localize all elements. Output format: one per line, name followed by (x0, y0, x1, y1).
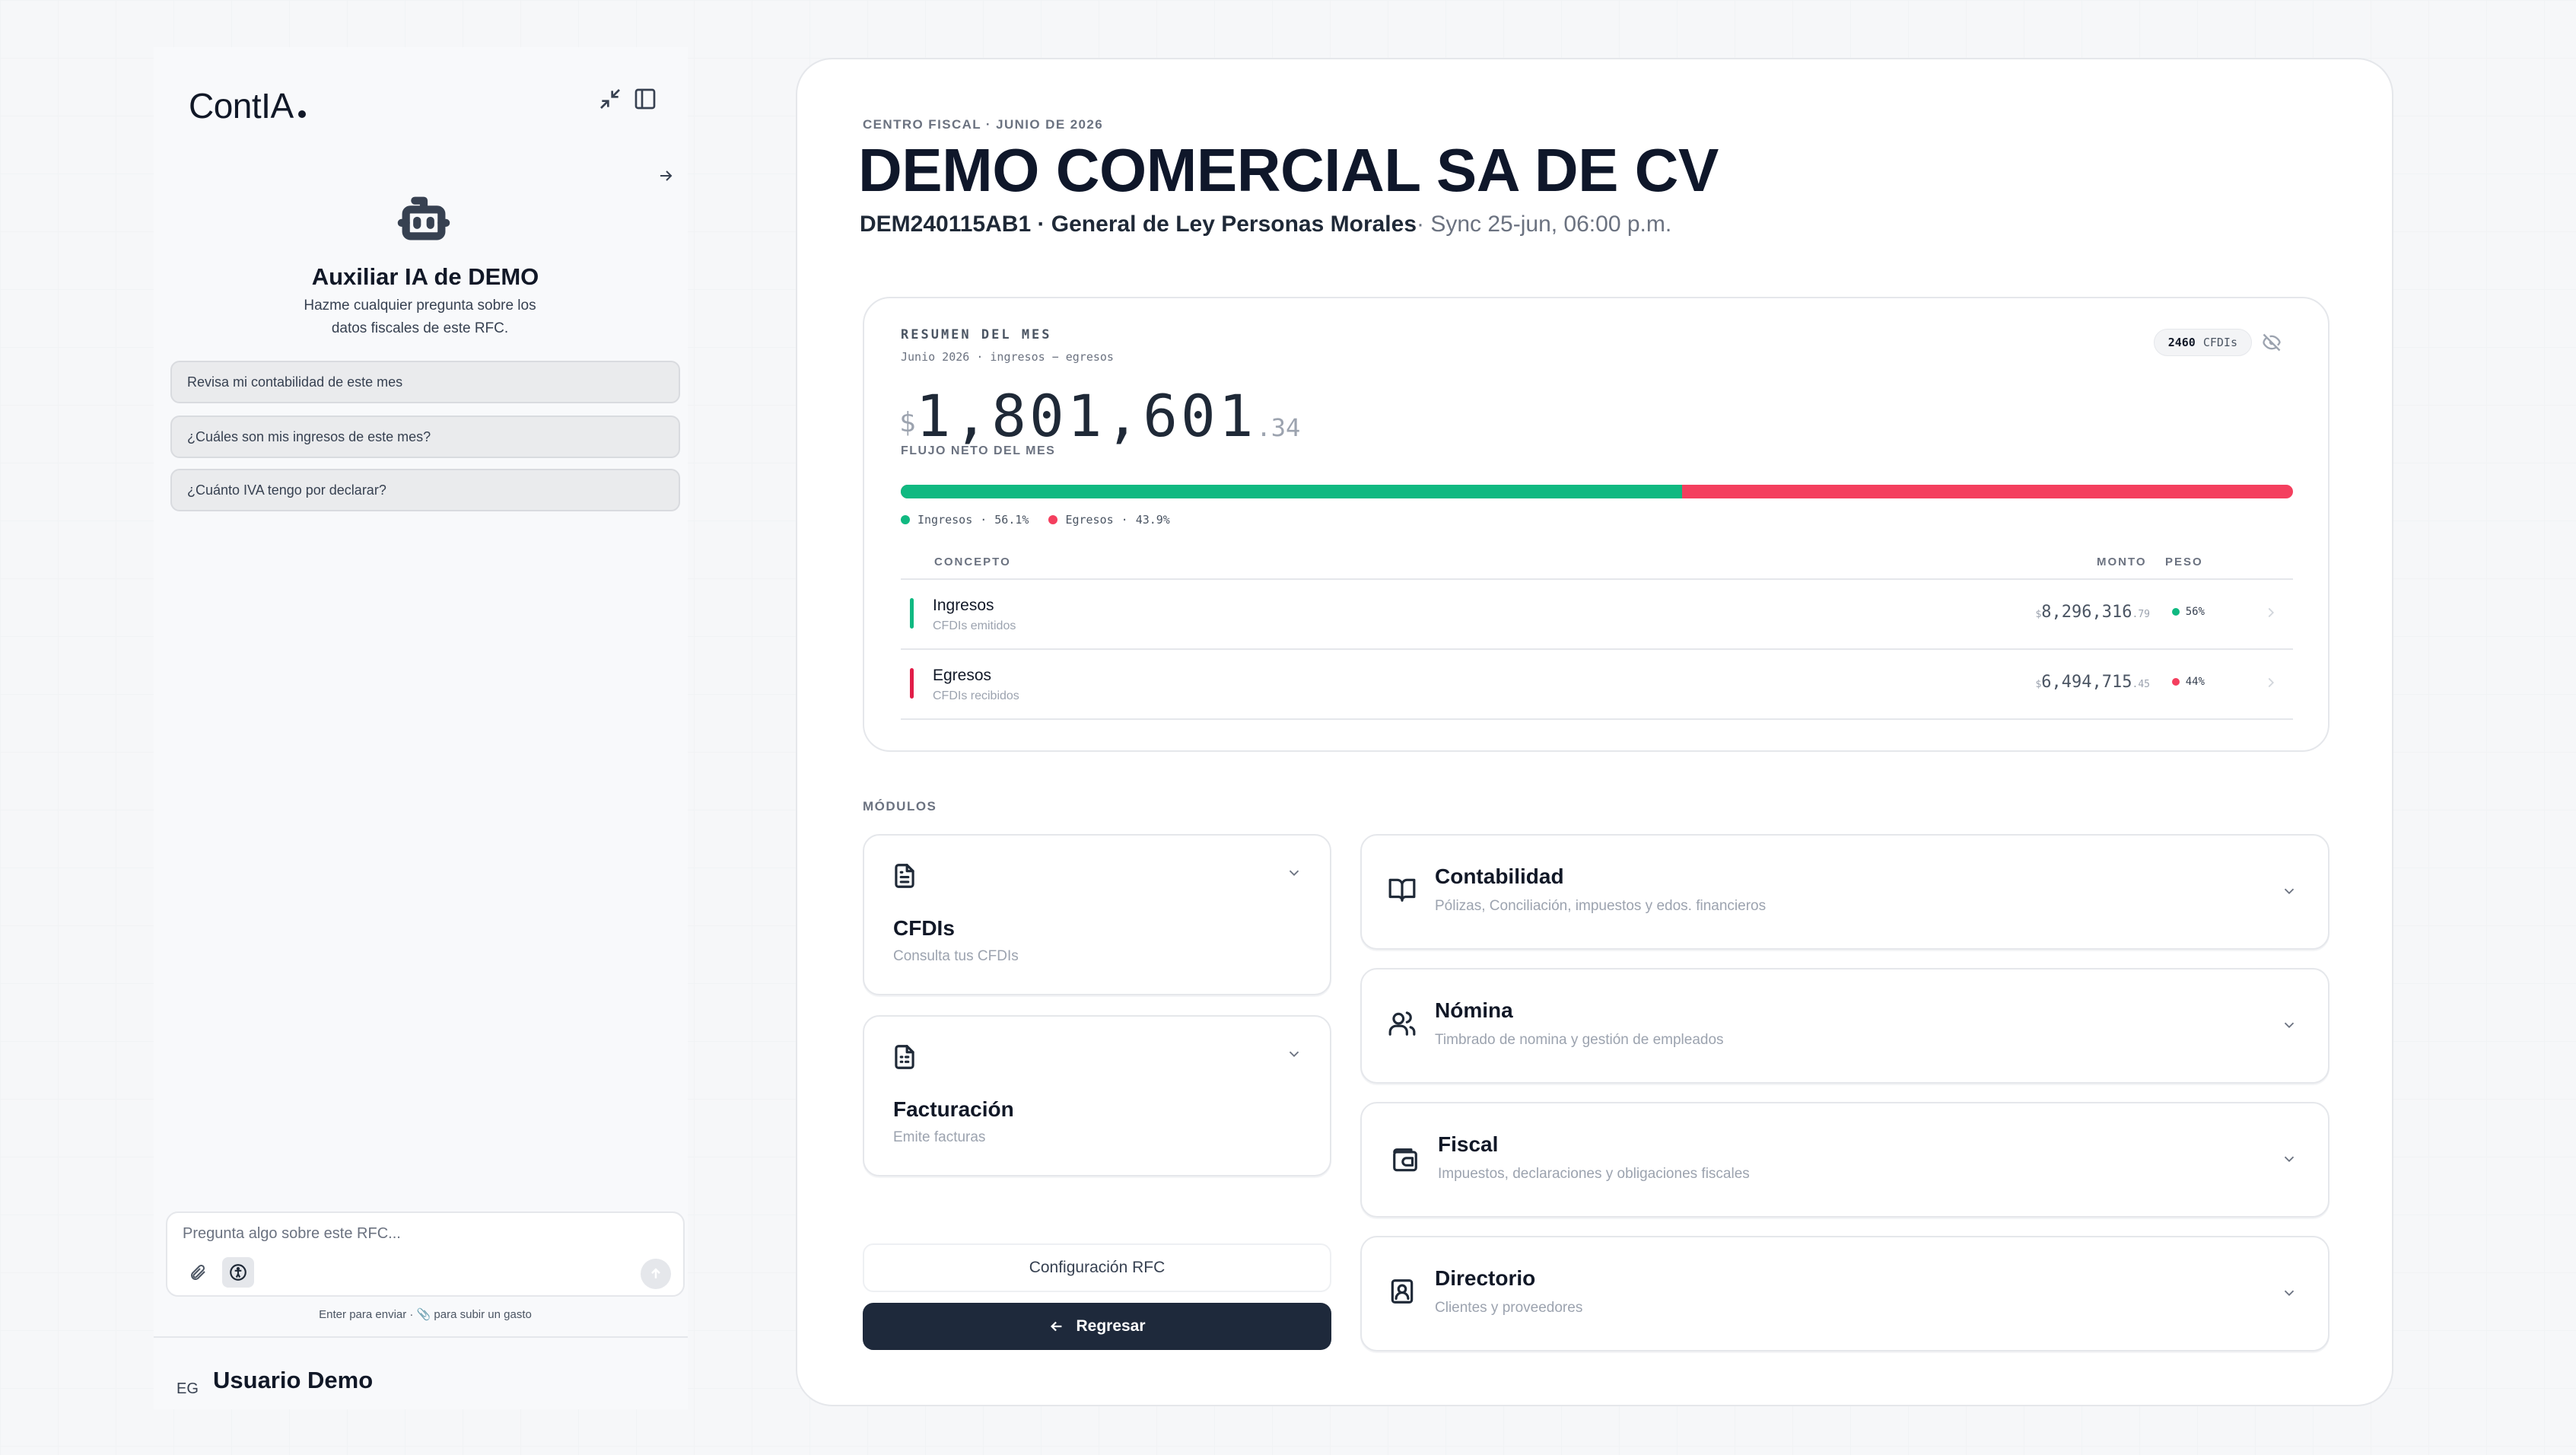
suggested-prompt[interactable]: ¿Cuánto IVA tengo por declarar? (170, 469, 680, 511)
chat-hint: Enter para enviar · 📎 para subir un gast… (319, 1308, 532, 1321)
column-header-weight: PESO (2165, 556, 2203, 568)
row-subtitle: CFDIs emitidos (933, 619, 1016, 632)
module-title: Nómina (1435, 998, 1513, 1022)
send-button[interactable] (641, 1259, 671, 1289)
arrow-right-icon[interactable] (654, 164, 677, 187)
summary-title: RESUMEN DEL MES (901, 327, 1052, 342)
module-description: Timbrado de nomina y gestión de empleado… (1435, 1032, 1724, 1048)
chevron-down-icon[interactable] (2281, 1285, 2299, 1303)
paperclip-icon[interactable] (184, 1259, 211, 1286)
chevron-right-icon[interactable] (2263, 604, 2279, 621)
suggested-prompt[interactable]: ¿Cuáles son mis ingresos de este mes? (170, 415, 680, 458)
bot-icon (397, 192, 450, 245)
invoice-icon (890, 1043, 921, 1073)
divider (154, 1336, 688, 1338)
user-name[interactable]: Usuario Demo (213, 1367, 373, 1394)
chat-input[interactable]: Pregunta algo sobre este RFC... (183, 1225, 401, 1243)
accessibility-icon[interactable] (222, 1257, 254, 1288)
module-card-facturacion[interactable]: Facturación Emite facturas (863, 1015, 1331, 1176)
rfc-regime: DEM240115AB1 · General de Ley Personas M… (860, 212, 1417, 237)
document-icon (890, 861, 921, 892)
net-flow-label: FLUJO NETO DEL MES (901, 444, 1056, 457)
rfc-line: DEM240115AB1 · General de Ley Personas M… (860, 212, 1671, 237)
module-card-directorio[interactable]: Directorio Clientes y proveedores (1360, 1236, 2330, 1352)
module-card-fiscal[interactable]: Fiscal Impuestos, declaraciones y obliga… (1360, 1102, 2330, 1218)
legend-expense: Egresos · 43.9% (1048, 513, 1170, 527)
module-description: Emite facturas (893, 1129, 986, 1145)
contact-book-icon (1388, 1277, 1418, 1307)
avatar[interactable]: EG (177, 1380, 199, 1398)
module-card-cfdis[interactable]: CFDIs Consulta tus CFDIs (863, 834, 1331, 995)
summary-meta: Junio 2026 · ingresos − egresos (901, 350, 1114, 364)
modules-label: MÓDULOS (863, 799, 937, 813)
legend-income: Ingresos · 56.1% (901, 513, 1029, 527)
app-logo[interactable]: ContIA (189, 85, 306, 126)
table-row[interactable]: Egresos CFDIs recibidos $6,494,715.45 44… (901, 648, 2293, 718)
arrow-left-icon (1051, 1321, 1062, 1332)
chat-input-box[interactable]: Pregunta algo sobre este RFC... (166, 1211, 685, 1297)
row-name: Egresos (933, 667, 992, 684)
collapse-icon[interactable] (595, 84, 625, 114)
page-title: DEMO COMERCIAL SA DE CV (858, 136, 1719, 204)
suggested-prompt[interactable]: Revisa mi contabilidad de este mes (170, 361, 680, 403)
row-subtitle: CFDIs recibidos (933, 689, 1019, 702)
bar-legend: Ingresos · 56.1% Egresos · 43.9% (901, 513, 1170, 527)
module-description: Consulta tus CFDIs (893, 948, 1019, 964)
module-title: CFDIs (893, 916, 955, 940)
book-icon (1388, 875, 1418, 906)
module-title: Directorio (1435, 1266, 1536, 1290)
income-fill (901, 485, 1682, 498)
sidebar-toggle-icon[interactable] (630, 84, 660, 114)
wallet-icon (1391, 1146, 1421, 1176)
module-title: Fiscal (1438, 1132, 1499, 1156)
sync-status: · Sync 25-jun, 06:00 p.m. (1417, 212, 1672, 237)
net-flow-amount: $1,801,601.34 (899, 382, 1301, 450)
back-label: Regresar (1076, 1317, 1146, 1335)
income-expense-bar (901, 485, 2293, 498)
row-name: Ingresos (933, 597, 994, 614)
chevron-down-icon[interactable] (1286, 1046, 1304, 1064)
row-weight: 56% (2171, 606, 2205, 618)
assistant-title: Auxiliar IA de DEMO (311, 263, 539, 290)
module-title: Contabilidad (1435, 864, 1564, 888)
module-title: Facturación (893, 1097, 1014, 1121)
users-icon (1388, 1009, 1418, 1040)
main-panel: CENTRO FISCAL · JUNIO DE 2026 DEMO COMER… (796, 58, 2393, 1406)
row-amount: $6,494,715.45 (2035, 673, 2150, 692)
income-accent (910, 598, 914, 629)
eye-off-icon[interactable] (2261, 332, 2284, 355)
chevron-down-icon[interactable] (1286, 864, 1304, 883)
module-description: Clientes y proveedores (1435, 1300, 1583, 1316)
chevron-right-icon[interactable] (2263, 674, 2279, 691)
row-weight: 44% (2171, 676, 2205, 688)
table-row[interactable]: Ingresos CFDIs emitidos $8,296,316.79 56… (901, 578, 2293, 648)
module-description: Impuestos, declaraciones y obligaciones … (1438, 1166, 1750, 1182)
assistant-sidebar: ContIA Auxiliar IA de DEMO Hazme cualqui… (154, 47, 688, 1409)
cfdi-count-badge: 2460 CFDIs (2153, 329, 2252, 356)
rfc-config-button[interactable]: Configuración RFC (863, 1243, 1331, 1292)
module-card-contabilidad[interactable]: Contabilidad Pólizas, Conciliación, impu… (1360, 834, 2330, 950)
module-description: Pólizas, Conciliación, impuestos y edos.… (1435, 898, 1767, 914)
module-card-nomina[interactable]: Nómina Timbrado de nomina y gestión de e… (1360, 968, 2330, 1084)
back-button[interactable]: Regresar (863, 1303, 1331, 1350)
chevron-down-icon[interactable] (2281, 1017, 2299, 1035)
column-header-concept: CONCEPTO (934, 556, 1011, 568)
chevron-down-icon[interactable] (2281, 1151, 2299, 1169)
monthly-summary-card: RESUMEN DEL MES Junio 2026 · ingresos − … (863, 297, 2330, 752)
divider (901, 718, 2293, 720)
assistant-subtitle: Hazme cualquier pregunta sobre los datos… (304, 298, 536, 336)
row-amount: $8,296,316.79 (2035, 603, 2150, 622)
chevron-down-icon[interactable] (2281, 883, 2299, 901)
page-eyebrow: CENTRO FISCAL · JUNIO DE 2026 (863, 117, 1104, 132)
column-header-amount: MONTO (2097, 556, 2147, 568)
expense-accent (910, 668, 914, 699)
